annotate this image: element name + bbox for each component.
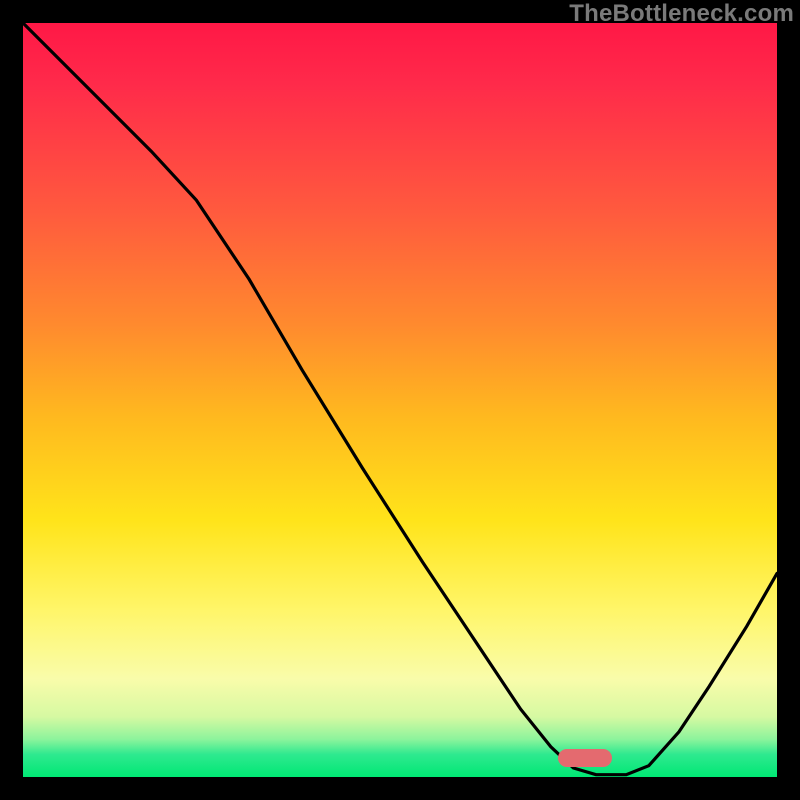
watermark-text: TheBottleneck.com xyxy=(569,0,794,28)
outer-frame: TheBottleneck.com xyxy=(0,0,800,800)
bottleneck-curve-path xyxy=(23,23,777,775)
optimum-marker xyxy=(558,749,612,767)
curve-svg xyxy=(23,23,777,777)
